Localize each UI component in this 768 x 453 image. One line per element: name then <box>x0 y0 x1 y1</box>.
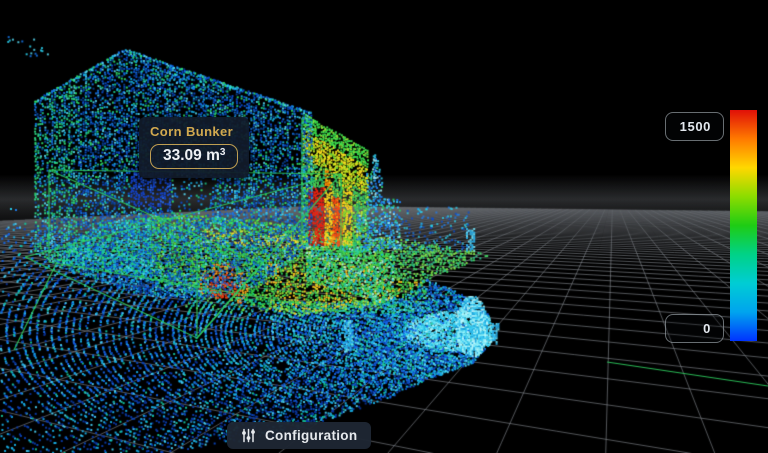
configuration-label: Configuration <box>265 428 357 443</box>
viewer-stage: Corn Bunker 33.09 m3 1500 0 Configuratio… <box>0 0 768 453</box>
measurement-tooltip: Corn Bunker 33.09 m3 <box>139 117 249 178</box>
sliders-icon <box>241 428 256 443</box>
tooltip-title: Corn Bunker <box>150 124 238 139</box>
configuration-button[interactable]: Configuration <box>227 422 371 449</box>
point-cloud-viewport[interactable] <box>0 0 768 453</box>
colorbar-max-input[interactable]: 1500 <box>665 112 724 141</box>
volume-value: 33.09 m3 <box>150 144 238 169</box>
colorbar-min-input[interactable]: 0 <box>665 314 724 343</box>
colorbar-gradient <box>730 110 757 341</box>
unit-superscript: 3 <box>220 147 226 158</box>
